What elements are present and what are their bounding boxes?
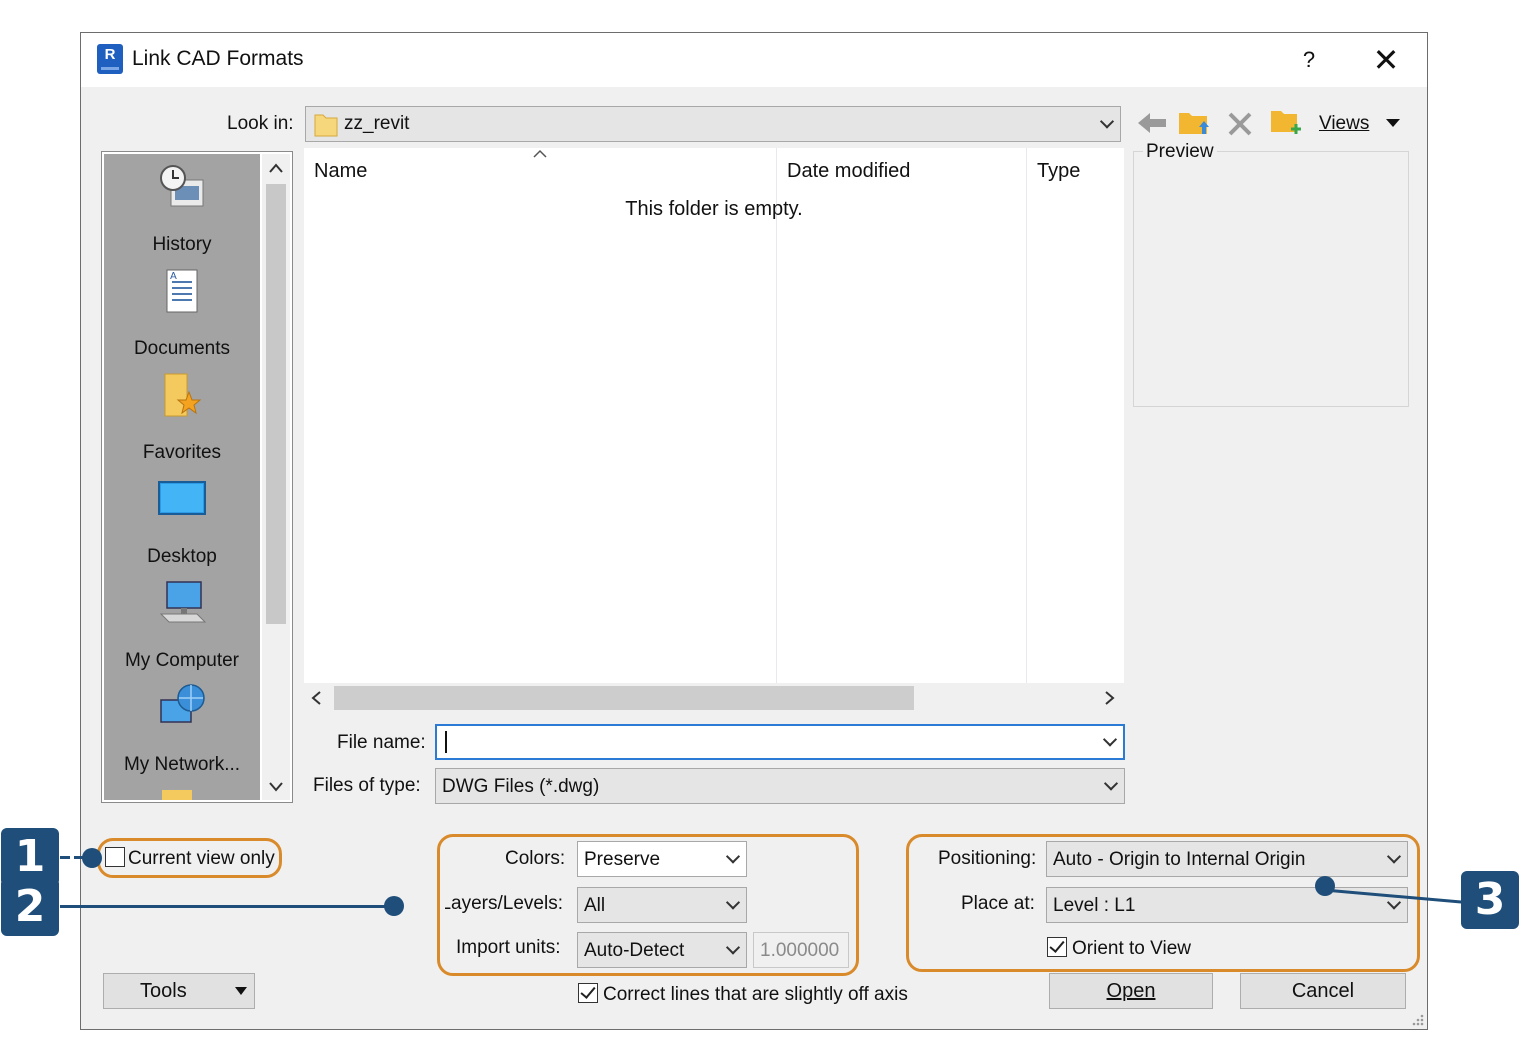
new-folder-icon[interactable] <box>1269 105 1303 139</box>
resize-grip-icon[interactable] <box>1409 1011 1425 1027</box>
delete-icon[interactable] <box>1227 111 1253 137</box>
tools-button[interactable]: Tools <box>103 973 255 1009</box>
back-arrow-icon[interactable] <box>1136 109 1168 137</box>
callout-badge-2: 2 <box>1 878 59 936</box>
place-label: Favorites <box>142 442 222 463</box>
my-network-icon <box>160 684 205 723</box>
look-in-combo[interactable]: zz_revit <box>305 106 1121 142</box>
open-button[interactable]: Open <box>1049 973 1213 1009</box>
chevron-down-icon[interactable] <box>1102 732 1118 747</box>
place-label: Documents <box>133 338 231 359</box>
empty-folder-message: This folder is empty. <box>625 198 803 220</box>
my-computer-icon <box>159 581 207 623</box>
views-menu[interactable]: Views <box>1319 113 1369 135</box>
place-label: My Computer <box>124 650 240 671</box>
place-label: Desktop <box>147 546 217 567</box>
sort-ascending-icon <box>533 149 547 158</box>
tools-button-label: Tools <box>140 980 187 1002</box>
files-of-type-value: DWG Files (*.dwg) <box>442 776 600 797</box>
callout-line-1a <box>60 856 70 859</box>
places-bar: History A Documents Favorites Desktop My… <box>101 151 293 803</box>
preview-label: Preview <box>1143 141 1217 163</box>
correct-lines-label[interactable]: Correct lines that are slightly off axis <box>603 984 908 1006</box>
places-scroll-thumb[interactable] <box>266 184 286 624</box>
correct-lines-checkbox[interactable] <box>578 983 598 1003</box>
file-list-hscrollbar[interactable] <box>304 683 1124 713</box>
column-header-type[interactable]: Type <box>1037 160 1080 183</box>
highlight-positioning <box>906 834 1420 972</box>
desktop-icon <box>158 481 206 515</box>
highlight-current-view <box>97 838 282 878</box>
places-scrollbar[interactable] <box>262 154 290 800</box>
column-header-date-modified[interactable]: Date modified <box>787 160 910 183</box>
column-separator[interactable] <box>1026 148 1027 683</box>
file-list[interactable]: Name Date modified Type This folder is e… <box>304 148 1124 683</box>
highlight-import-options <box>437 834 859 976</box>
column-separator[interactable] <box>776 148 777 683</box>
up-folder-icon[interactable] <box>1177 105 1211 139</box>
callout-line-2 <box>60 905 390 908</box>
place-label: History <box>152 234 212 255</box>
scroll-left-icon[interactable] <box>310 690 324 706</box>
place-label: My Network... <box>123 754 241 775</box>
callout-dot-3 <box>1315 876 1335 896</box>
views-dropdown-icon[interactable] <box>1385 117 1401 129</box>
folder-peek-icon <box>162 790 192 800</box>
files-of-type-label: Files of type: <box>313 775 421 796</box>
scroll-up-icon[interactable] <box>268 162 284 174</box>
title-bar: R Link CAD Formats ? ✕ <box>81 33 1427 87</box>
files-of-type-select[interactable]: DWG Files (*.dwg) <box>435 768 1125 804</box>
favorites-icon <box>164 373 202 417</box>
folder-icon <box>314 114 338 137</box>
revit-app-icon: R <box>97 44 123 74</box>
places-list: History A Documents Favorites Desktop My… <box>104 154 260 800</box>
cancel-button[interactable]: Cancel <box>1240 973 1406 1009</box>
file-name-label: File name: <box>337 732 426 753</box>
callout-dot-1 <box>82 848 102 868</box>
dropdown-arrow-icon <box>235 987 247 995</box>
chevron-down-icon[interactable] <box>1103 776 1119 791</box>
documents-icon: A <box>166 269 198 313</box>
chevron-down-icon[interactable] <box>1099 114 1115 129</box>
dialog-title: Link CAD Formats <box>132 47 304 70</box>
text-cursor <box>445 731 447 753</box>
look-in-label: Look in: <box>227 113 294 134</box>
callout-dot-2 <box>384 896 404 916</box>
scroll-down-icon[interactable] <box>268 780 284 792</box>
history-icon <box>160 165 204 207</box>
hscroll-thumb[interactable] <box>334 686 914 710</box>
scroll-right-icon[interactable] <box>1102 690 1116 706</box>
file-name-input[interactable] <box>435 724 1125 760</box>
close-button[interactable]: ✕ <box>1363 41 1409 79</box>
preview-frame <box>1133 151 1409 407</box>
callout-badge-3: 3 <box>1461 871 1519 929</box>
svg-text:A: A <box>170 271 177 282</box>
look-in-value: zz_revit <box>344 113 410 134</box>
column-header-name[interactable]: Name <box>314 160 367 183</box>
help-button[interactable]: ? <box>1289 43 1329 77</box>
